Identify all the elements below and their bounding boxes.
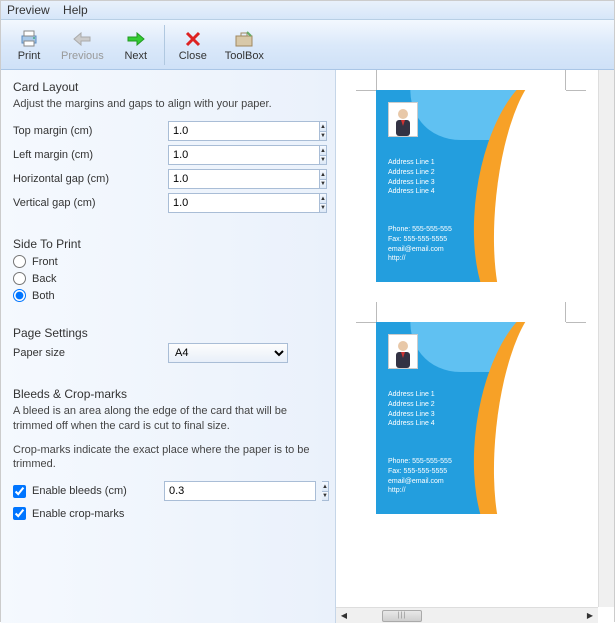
toolbar: Print Previous Next Close ToolBox: [1, 20, 614, 70]
top-margin-input[interactable]: [168, 121, 320, 141]
horizontal-scrollbar[interactable]: ◀ ||| ▶: [336, 607, 598, 623]
card-email: email@email.com: [388, 477, 452, 487]
next-label: Next: [124, 50, 147, 62]
preview-pane: Address Line 1 Address Line 2 Address Li…: [336, 70, 614, 623]
card-url: http://: [388, 254, 452, 264]
previous-label: Previous: [61, 50, 104, 62]
scroll-left-icon[interactable]: ◀: [336, 608, 352, 623]
hgap-input[interactable]: [168, 169, 320, 189]
menu-help[interactable]: Help: [63, 3, 88, 17]
card-fax: Fax: 555-555-5555: [388, 467, 452, 477]
previous-button: Previous: [53, 23, 112, 67]
spin-down-icon[interactable]: ▼: [320, 180, 326, 189]
spin-down-icon[interactable]: ▼: [320, 132, 326, 141]
card-email: email@email.com: [388, 245, 452, 255]
close-button[interactable]: Close: [169, 23, 217, 67]
side-back-radio[interactable]: [13, 272, 26, 285]
print-label: Print: [18, 50, 41, 62]
scroll-thumb[interactable]: |||: [382, 610, 422, 622]
card-preview: Address Line 1 Address Line 2 Address Li…: [366, 312, 576, 524]
next-button[interactable]: Next: [112, 23, 160, 67]
scroll-right-icon[interactable]: ▶: [582, 608, 598, 623]
side-front-label: Front: [32, 256, 58, 268]
side-back-label: Back: [32, 273, 56, 285]
card-addr1: Address Line 1: [388, 158, 435, 168]
left-margin-label: Left margin (cm): [13, 149, 168, 161]
bleeds-title: Bleeds & Crop-marks: [13, 387, 323, 401]
enable-bleeds-label: Enable bleeds (cm): [32, 485, 164, 497]
bleeds-desc2: Crop-marks indicate the exact place wher…: [13, 443, 323, 472]
card-addr3: Address Line 3: [388, 410, 435, 420]
bleeds-desc1: A bleed is an area along the edge of the…: [13, 404, 323, 433]
card-layout-title: Card Layout: [13, 80, 323, 94]
toolbox-label: ToolBox: [225, 50, 264, 62]
paper-size-select[interactable]: A4: [168, 343, 288, 363]
card-addr4: Address Line 4: [388, 187, 435, 197]
card-layout-desc: Adjust the margins and gaps to align wit…: [13, 97, 323, 111]
card-url: http://: [388, 486, 452, 496]
card-phone: Phone: 555-555-555: [388, 225, 452, 235]
spin-down-icon[interactable]: ▼: [322, 492, 328, 501]
spin-up-icon[interactable]: ▲: [320, 146, 326, 156]
menu-preview[interactable]: Preview: [7, 3, 50, 17]
spin-down-icon[interactable]: ▼: [320, 156, 326, 165]
top-margin-label: Top margin (cm): [13, 125, 168, 137]
page-settings-title: Page Settings: [13, 326, 323, 340]
left-margin-input[interactable]: [168, 145, 320, 165]
vgap-input[interactable]: [168, 193, 320, 213]
close-icon: [185, 28, 201, 50]
spin-down-icon[interactable]: ▼: [320, 204, 326, 213]
arrow-right-icon: [127, 28, 145, 50]
enable-bleeds-checkbox[interactable]: [13, 485, 26, 498]
spin-up-icon[interactable]: ▲: [320, 122, 326, 132]
vgap-label: Vertical gap (cm): [13, 197, 168, 209]
card-addr1: Address Line 1: [388, 390, 435, 400]
hgap-label: Horizontal gap (cm): [13, 173, 168, 185]
menubar: Preview Help: [1, 1, 614, 20]
printer-icon: [19, 28, 39, 50]
arrow-left-icon: [73, 28, 91, 50]
side-title: Side To Print: [13, 237, 323, 251]
spin-up-icon[interactable]: ▲: [320, 170, 326, 180]
print-button[interactable]: Print: [5, 23, 53, 67]
toolbox-icon: [235, 28, 253, 50]
enable-crop-label: Enable crop-marks: [32, 508, 124, 520]
close-label: Close: [179, 50, 207, 62]
card-addr2: Address Line 2: [388, 168, 435, 178]
side-both-radio[interactable]: [13, 289, 26, 302]
vertical-scrollbar[interactable]: [598, 70, 614, 607]
avatar: [388, 334, 418, 369]
card-addr4: Address Line 4: [388, 419, 435, 429]
side-both-label: Both: [32, 290, 55, 302]
spin-up-icon[interactable]: ▲: [320, 194, 326, 204]
enable-crop-checkbox[interactable]: [13, 507, 26, 520]
card-addr2: Address Line 2: [388, 400, 435, 410]
avatar: [388, 102, 418, 137]
settings-panel: Card Layout Adjust the margins and gaps …: [1, 70, 336, 623]
side-front-radio[interactable]: [13, 255, 26, 268]
enable-bleeds-input[interactable]: [164, 481, 316, 501]
card-fax: Fax: 555-555-5555: [388, 235, 452, 245]
spin-up-icon[interactable]: ▲: [322, 482, 328, 492]
paper-size-label: Paper size: [13, 347, 168, 359]
card-addr3: Address Line 3: [388, 178, 435, 188]
toolbox-button[interactable]: ToolBox: [217, 23, 272, 67]
card-phone: Phone: 555-555-555: [388, 457, 452, 467]
card-preview: Address Line 1 Address Line 2 Address Li…: [366, 80, 576, 292]
